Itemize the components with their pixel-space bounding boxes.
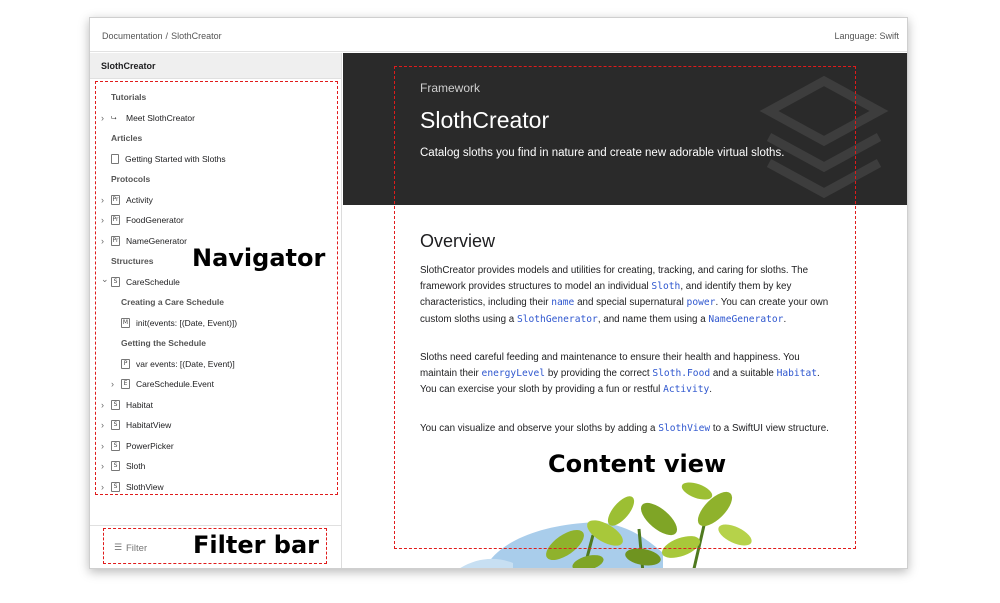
top-bar: Documentation / SlothCreator Language: Swi… xyxy=(90,18,907,52)
content-view-annotation: Content view xyxy=(548,450,727,478)
navigator-highlight xyxy=(95,81,338,495)
filter-bar-annotation: Filter bar xyxy=(193,531,319,559)
breadcrumb: Documentation / SlothCreator xyxy=(102,31,222,41)
breadcrumb-separator: / xyxy=(165,31,169,41)
navigator-annotation: Navigator xyxy=(192,244,326,272)
navigator-title[interactable]: SlothCreator xyxy=(90,53,341,79)
language-selector[interactable]: Language: Swift xyxy=(834,31,899,41)
breadcrumb-documentation[interactable]: Documentation xyxy=(102,31,163,41)
breadcrumb-slothcreator[interactable]: SlothCreator xyxy=(171,31,222,41)
